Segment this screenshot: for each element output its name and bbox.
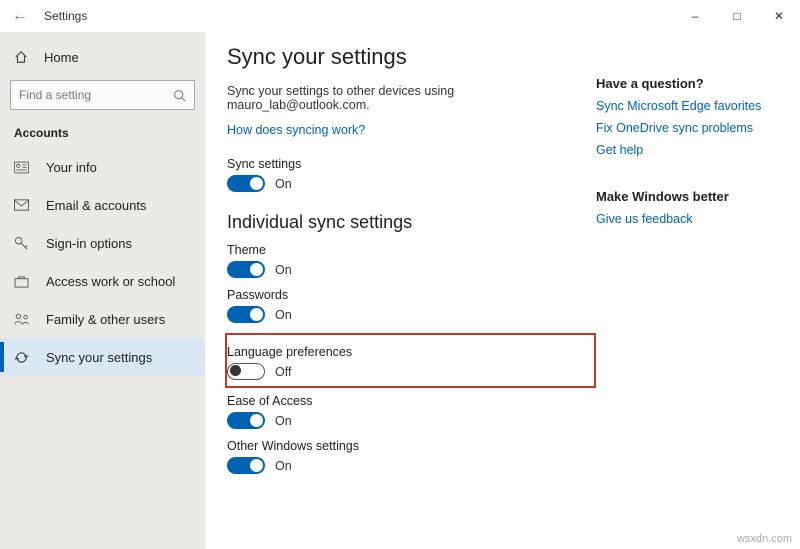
sidebar-item-signin-options[interactable]: Sign-in options xyxy=(0,224,205,262)
home-label: Home xyxy=(44,50,79,65)
help-link-edge-favorites[interactable]: Sync Microsoft Edge favorites xyxy=(596,99,776,113)
sidebar-item-label: Your info xyxy=(46,160,97,175)
toggle-state: On xyxy=(275,308,292,322)
help-link-get-help[interactable]: Get help xyxy=(596,143,776,157)
sync-settings-toggle[interactable] xyxy=(227,175,265,192)
maximize-button[interactable]: □ xyxy=(716,0,758,32)
family-icon xyxy=(14,312,30,326)
ease-of-access-toggle[interactable] xyxy=(227,412,265,429)
sidebar-item-sync-settings[interactable]: Sync your settings xyxy=(0,338,205,376)
back-button[interactable]: ← xyxy=(0,7,40,25)
sidebar-item-your-info[interactable]: Your info xyxy=(0,148,205,186)
passwords-label: Passwords xyxy=(227,288,596,302)
sync-settings-label: Sync settings xyxy=(227,157,596,171)
sidebar-item-label: Family & other users xyxy=(46,312,165,327)
language-label: Language preferences xyxy=(227,345,586,359)
toggle-state: On xyxy=(275,177,292,191)
page-title: Sync your settings xyxy=(227,44,596,70)
toggle-state: On xyxy=(275,414,292,428)
main: Sync your settings Sync your settings to… xyxy=(205,32,800,549)
sidebar-item-label: Sync your settings xyxy=(46,350,152,365)
have-question-heading: Have a question? xyxy=(596,76,776,91)
sidebar-section-title: Accounts xyxy=(0,120,205,148)
search-input[interactable]: Find a setting xyxy=(10,80,195,110)
other-windows-label: Other Windows settings xyxy=(227,439,596,453)
sidebar-item-label: Email & accounts xyxy=(46,198,146,213)
ease-of-access-label: Ease of Access xyxy=(227,394,596,408)
id-icon xyxy=(14,161,30,174)
window-title: Settings xyxy=(40,9,87,23)
sidebar-item-label: Access work or school xyxy=(46,274,175,289)
minimize-button[interactable]: – xyxy=(674,0,716,32)
toggle-state: Off xyxy=(275,365,291,379)
sidebar-item-access-work-school[interactable]: Access work or school xyxy=(0,262,205,300)
briefcase-icon xyxy=(14,275,30,288)
toggle-state: On xyxy=(275,459,292,473)
make-windows-better-heading: Make Windows better xyxy=(596,189,776,204)
passwords-toggle[interactable] xyxy=(227,306,265,323)
toggle-state: On xyxy=(275,263,292,277)
sidebar-item-email-accounts[interactable]: Email & accounts xyxy=(0,186,205,224)
sidebar-item-label: Sign-in options xyxy=(46,236,132,251)
sidebar: Home Find a setting Accounts Your info E… xyxy=(0,32,205,549)
search-icon xyxy=(173,89,186,102)
theme-toggle[interactable] xyxy=(227,261,265,278)
titlebar: ← Settings – □ ✕ xyxy=(0,0,800,32)
sync-description: Sync your settings to other devices usin… xyxy=(227,84,596,112)
home-nav[interactable]: Home xyxy=(0,40,205,74)
other-windows-toggle[interactable] xyxy=(227,457,265,474)
individual-sync-heading: Individual sync settings xyxy=(227,212,596,233)
mail-icon xyxy=(14,199,30,211)
help-aside: Have a question? Sync Microsoft Edge fav… xyxy=(596,40,776,549)
close-button[interactable]: ✕ xyxy=(758,0,800,32)
sidebar-item-family-users[interactable]: Family & other users xyxy=(0,300,205,338)
search-placeholder: Find a setting xyxy=(19,88,91,102)
watermark: wsxdn.com xyxy=(737,533,792,545)
feedback-link[interactable]: Give us feedback xyxy=(596,212,776,226)
theme-label: Theme xyxy=(227,243,596,257)
language-toggle[interactable] xyxy=(227,363,265,380)
help-link-onedrive[interactable]: Fix OneDrive sync problems xyxy=(596,121,776,135)
content: Sync your settings Sync your settings to… xyxy=(227,40,596,549)
key-icon xyxy=(14,236,30,251)
how-syncing-works-link[interactable]: How does syncing work? xyxy=(227,123,365,137)
home-icon xyxy=(14,50,28,64)
sync-icon xyxy=(14,350,30,365)
highlight-annotation: Language preferences Off xyxy=(225,333,596,388)
